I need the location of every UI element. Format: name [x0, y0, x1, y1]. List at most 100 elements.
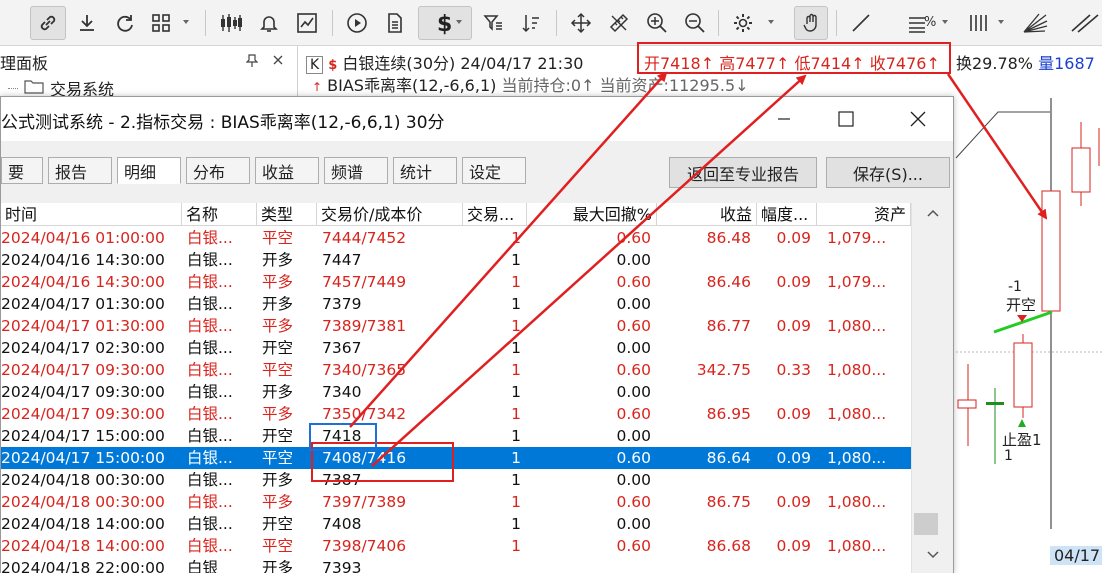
cell-asset: 1,080...	[827, 361, 887, 379]
cell-price: 7393	[322, 559, 362, 573]
scroll-thumb[interactable]	[914, 513, 938, 535]
cell-asset	[827, 381, 907, 403]
link-icon[interactable]	[30, 6, 66, 40]
table-row[interactable]: 2024/04/17 15:00:00 白银... 开空 7418 1 0.00	[1, 425, 911, 447]
return-to-report-button[interactable]: 返回至专业报告	[669, 157, 817, 188]
table-scrollbar[interactable]	[911, 203, 953, 573]
candle-body	[957, 399, 977, 409]
tab-details[interactable]: 明细	[117, 157, 181, 184]
cell-time: 2024/04/18 14:00:00	[1, 537, 165, 555]
scroll-down-icon[interactable]	[912, 545, 954, 565]
column-header-price[interactable]: 交易价/成本价	[317, 203, 463, 226]
cell-dd: 0.60	[616, 273, 651, 291]
zoom-in-icon[interactable]	[642, 6, 672, 40]
pin-icon[interactable]	[245, 54, 259, 72]
chevron-down-icon[interactable]	[998, 20, 1004, 24]
tab-spectrum[interactable]: 频谱	[324, 157, 388, 184]
table-row[interactable]: 2024/04/17 09:30:00 白银... 平多 7350/7342 1 0.60…	[1, 403, 911, 425]
download-icon[interactable]	[72, 6, 102, 40]
cell-asset: 1,080...	[827, 405, 887, 423]
table-row[interactable]: 2024/04/16 14:30:00 白银... 开多 7447 1 0.00	[1, 249, 911, 271]
table-row[interactable]: 2024/04/18 00:30:00 白银... 开多 7387 1 0.00	[1, 469, 911, 491]
tab-profit[interactable]: 收益	[255, 157, 319, 184]
gear-icon[interactable]	[728, 6, 758, 40]
cell-name: 白银...	[187, 339, 233, 357]
column-header-name[interactable]: 名称	[182, 203, 257, 226]
cell-name: 白银...	[187, 405, 233, 423]
cell-type: 开多	[262, 383, 294, 401]
close-icon[interactable]	[895, 97, 941, 141]
hand-icon[interactable]	[794, 6, 828, 40]
filter-icon[interactable]	[478, 6, 508, 40]
tab-distribution[interactable]: 分布	[186, 157, 250, 184]
cell-profit: 86.75	[706, 493, 751, 511]
column-header-time[interactable]: 时间	[1, 203, 182, 226]
maximize-icon[interactable]	[823, 97, 869, 141]
column-header-qty[interactable]: 交易...	[463, 203, 527, 226]
zoom-out-icon[interactable]	[680, 6, 710, 40]
cell-qty: 1	[511, 317, 521, 335]
minimize-icon[interactable]	[761, 97, 807, 141]
cell-price: 7389/7381	[322, 317, 407, 335]
document-icon[interactable]	[380, 6, 410, 40]
dialog-titlebar[interactable]: 公式测试系统 - 2.指标交易 : BIAS乖离率(12,-6,6,1) 30分	[1, 97, 953, 141]
column-header-asset[interactable]: 资产	[817, 203, 911, 226]
chevron-down-icon[interactable]	[768, 20, 774, 24]
table-row[interactable]: 2024/04/17 09:30:00 白银... 平空 7340/7365 1 0.60…	[1, 359, 911, 381]
table-row[interactable]: 2024/04/16 14:30:00 白银... 平多 7457/7449 1 0.60…	[1, 271, 911, 293]
toolbar-separator	[556, 10, 557, 36]
cell-time: 2024/04/17 09:30:00	[1, 383, 165, 401]
table-row[interactable]: 2024/04/17 15:00:00 白银... 平空 7408/7416 1 0.60…	[1, 447, 911, 469]
close-icon[interactable]	[272, 54, 284, 70]
save-button[interactable]: 保存(S)...	[826, 157, 950, 188]
column-header-profit[interactable]: 收益	[657, 203, 757, 226]
column-header-drawdown[interactable]: 最大回撤%	[527, 203, 657, 226]
table-row[interactable]: 2024/04/17 09:30:00 白银... 开多 7340 1 0.00	[1, 381, 911, 403]
ruler-icon[interactable]	[604, 6, 634, 40]
refresh-icon[interactable]	[110, 6, 140, 40]
chevron-down-icon[interactable]	[942, 20, 948, 24]
tab-summary[interactable]: 要	[1, 157, 43, 184]
sort-icon[interactable]	[516, 6, 546, 40]
bell-icon[interactable]	[254, 6, 284, 40]
cell-type: 平空	[262, 537, 294, 555]
column-header-range[interactable]: 幅度...	[757, 203, 817, 226]
tab-statistics[interactable]: 统计	[393, 157, 457, 184]
cell-type: 开空	[262, 427, 294, 445]
cell-qty: 1	[511, 251, 521, 269]
table-row[interactable]: 2024/04/18 22:00:00 白银 开多 7393	[1, 557, 911, 573]
table-row[interactable]: 2024/04/18 00:30:00 白银... 平多 7397/7389 1 0.60…	[1, 491, 911, 513]
table-row[interactable]: 2024/04/17 01:30:00 白银... 开多 7379 1 0.00	[1, 293, 911, 315]
scroll-up-icon[interactable]	[912, 203, 954, 223]
draw-line-icon[interactable]	[846, 6, 876, 40]
cell-range: 0.33	[776, 361, 811, 379]
table-row[interactable]: 2024/04/18 14:00:00 白银... 平空 7398/7406 1 0.60…	[1, 535, 911, 557]
cell-qty: 1	[511, 361, 521, 379]
play-icon[interactable]	[342, 6, 372, 40]
cell-name: 白银...	[187, 537, 233, 555]
move-icon[interactable]	[566, 6, 596, 40]
cell-asset	[827, 293, 907, 315]
table-row[interactable]: 2024/04/17 01:30:00 白银... 平多 7389/7381 1 0.60…	[1, 315, 911, 337]
vertical-lines-icon[interactable]	[964, 6, 994, 40]
tab-settings[interactable]: 设定	[462, 157, 526, 184]
table-row[interactable]: 2024/04/18 14:00:00 白银... 开空 7408 1 0.00	[1, 513, 911, 535]
parallel-icon[interactable]	[1068, 6, 1102, 40]
percent-lines-icon[interactable]: %	[904, 6, 940, 40]
tab-report[interactable]: 报告	[48, 157, 112, 184]
cell-dd: 0.00	[616, 427, 651, 445]
grid-icon[interactable]	[146, 6, 176, 40]
chevron-down-icon[interactable]	[456, 20, 462, 24]
candlestick-icon[interactable]	[216, 6, 246, 40]
cell-dd: 0.60	[616, 493, 651, 511]
cell-price: 7418	[322, 427, 362, 445]
fan-icon[interactable]	[1018, 6, 1052, 40]
table-row[interactable]: 2024/04/17 02:30:00 白银... 开空 7367 1 0.00	[1, 337, 911, 359]
line-chart-icon[interactable]	[292, 6, 322, 40]
cell-price: 7367	[322, 339, 362, 357]
dollar-icon[interactable]: $	[418, 6, 472, 40]
chevron-down-icon[interactable]	[183, 20, 189, 24]
table-row[interactable]: 2024/04/16 01:00:00 白银... 平空 7444/7452 1 0.60…	[1, 227, 911, 249]
cell-range: 0.09	[776, 273, 811, 291]
column-header-type[interactable]: 类型	[257, 203, 317, 226]
